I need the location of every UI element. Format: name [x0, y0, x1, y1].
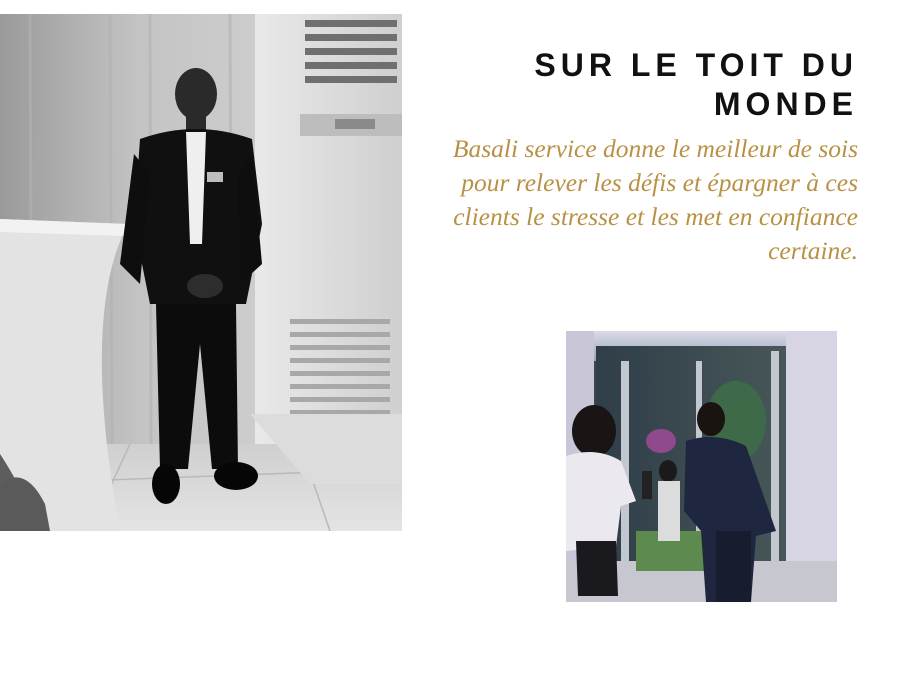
secondary-photo: [566, 331, 837, 602]
page-title: SUR LE TOIT DU MONDE: [534, 47, 858, 122]
page-description: Basali service donne le meilleur de sois…: [452, 134, 858, 265]
main-photo: [0, 14, 402, 531]
